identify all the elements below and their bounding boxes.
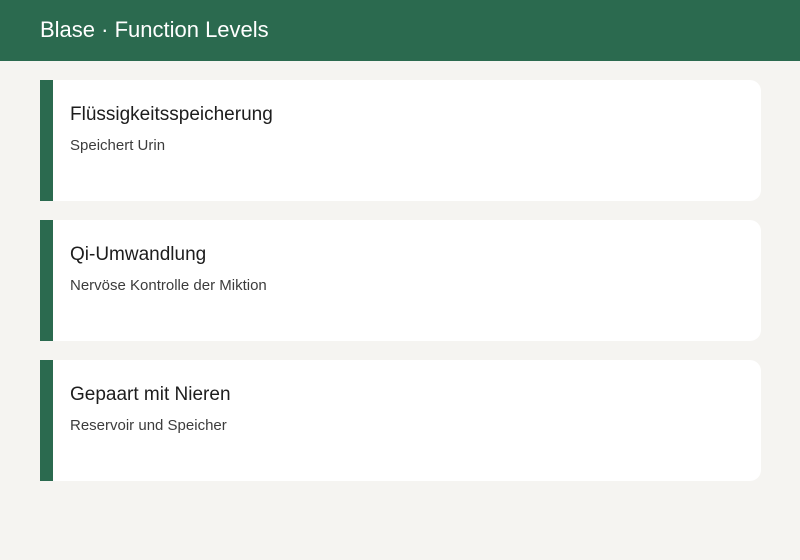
function-card: Qi-Umwandlung Nervöse Kontrolle der Mikt… [40,220,761,341]
card-accent-bar [40,80,53,201]
function-level-list: Flüssigkeitsspeicherung Speichert Urin Q… [0,61,800,481]
card-accent-bar [40,220,53,341]
page-title: Blase · Function Levels [40,16,269,42]
card-title: Flüssigkeitsspeicherung [70,104,273,125]
card-title: Gepaart mit Nieren [70,384,231,405]
app-header: Blase · Function Levels [0,0,800,61]
card-description: Speichert Urin [70,137,166,154]
card-title: Qi-Umwandlung [70,244,207,265]
card-description: Nervöse Kontrolle der Miktion [70,277,267,294]
card-description: Reservoir und Speicher [70,417,227,434]
function-card: Gepaart mit Nieren Reservoir und Speiche… [40,360,761,481]
card-accent-bar [40,360,53,481]
function-card: Flüssigkeitsspeicherung Speichert Urin [40,80,761,201]
